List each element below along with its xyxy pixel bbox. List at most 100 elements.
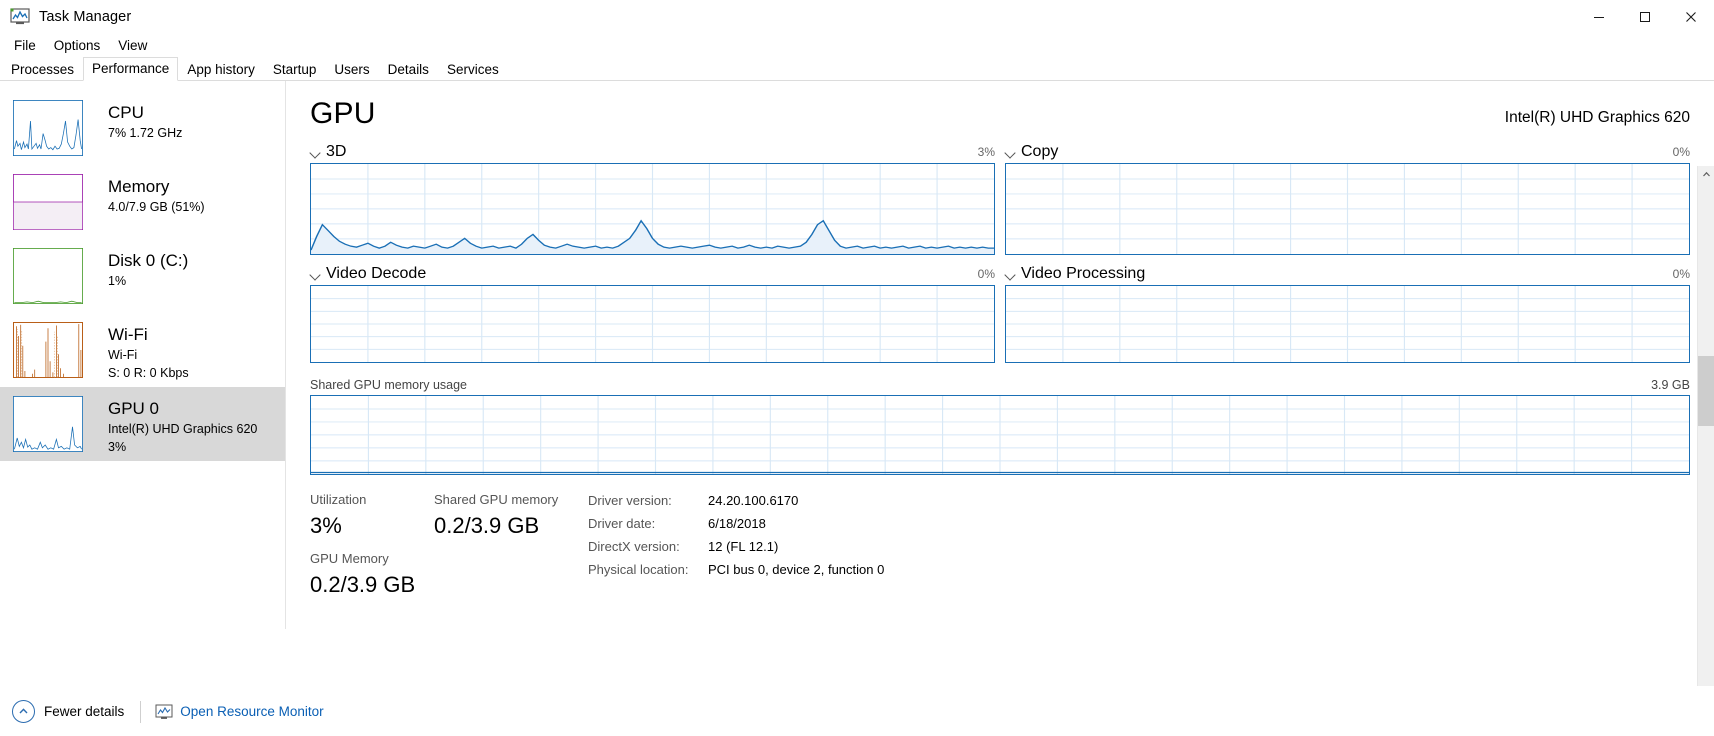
graph-video-processing: [1005, 285, 1690, 363]
gpu-header-row: GPU Intel(R) UHD Graphics 620: [310, 95, 1690, 133]
window-controls: [1576, 0, 1714, 33]
engine-copy-label: Copy: [1021, 143, 1059, 160]
title-bar: Task Manager: [0, 0, 1714, 33]
shared-memory-label: Shared GPU memory usage: [310, 378, 468, 392]
shared-memory-section: Shared GPU memory usage 3.9 GB: [310, 375, 1690, 475]
engine-copy-header: Copy 0%: [1005, 141, 1690, 163]
chevron-down-icon[interactable]: [1005, 147, 1016, 158]
engine-video-processing-header: Video Processing 0%: [1005, 263, 1690, 285]
resource-sidebar: CPU 7% 1.72 GHz Memory 4.0/7.9 GB (51%): [0, 81, 285, 629]
sidebar-wifi-rates: S: 0 R: 0 Kbps: [108, 366, 189, 380]
tab-details[interactable]: Details: [379, 58, 438, 81]
task-manager-window: Task Manager File Options View Processes…: [0, 0, 1714, 736]
sidebar-wifi-text: Wi-Fi Wi-Fi S: 0 R: 0 Kbps: [108, 322, 189, 382]
sidebar-item-cpu[interactable]: CPU 7% 1.72 GHz: [0, 91, 285, 165]
sidebar-cpu-sub: 7% 1.72 GHz: [108, 126, 183, 140]
fewer-details-label: Fewer details: [44, 704, 125, 719]
gpu-stats-row: Utilization 3% Shared GPU memory 0.2/3.9…: [286, 475, 1714, 601]
sidebar-memory-title: Memory: [108, 177, 170, 196]
open-resource-monitor-link[interactable]: Open Resource Monitor: [155, 703, 324, 721]
task-manager-icon: [9, 7, 31, 27]
sidebar-item-memory[interactable]: Memory 4.0/7.9 GB (51%): [0, 165, 285, 239]
memory-thumbnail-graph: [13, 174, 83, 230]
engine-video-decode-header: Video Decode 0%: [310, 263, 995, 285]
engine-cell-video-processing: Video Processing 0%: [1005, 263, 1690, 363]
menu-options[interactable]: Options: [46, 36, 109, 55]
tab-app-history[interactable]: App history: [178, 58, 264, 81]
shared-memory-header: Shared GPU memory usage 3.9 GB: [310, 375, 1690, 395]
engine-cell-video-decode: Video Decode 0%: [310, 263, 995, 363]
engine-copy-percent: 0%: [1672, 145, 1690, 159]
stat-shared-gpu-memory-value: 0.2/3.9 GB: [434, 513, 540, 538]
stat-gpu-memory-label: GPU Memory: [310, 551, 389, 566]
scroll-up-button[interactable]: [1698, 166, 1714, 183]
engine-cell-3d: 3D 3%: [310, 141, 995, 255]
graph-shared-memory: [310, 395, 1690, 475]
window-title: Task Manager: [39, 8, 132, 25]
chevron-down-icon[interactable]: [1005, 269, 1016, 280]
sidebar-disk-title: Disk 0 (C:): [108, 251, 189, 270]
fewer-details-button[interactable]: Fewer details: [12, 700, 124, 723]
stat-utilization: Utilization 3%: [310, 489, 434, 542]
stat-shared-gpu-memory-label: Shared GPU memory: [434, 492, 559, 507]
info-key-directx-version: DirectX version:: [588, 539, 680, 554]
tab-services[interactable]: Services: [438, 58, 508, 81]
sidebar-memory-text: Memory 4.0/7.9 GB (51%): [108, 174, 205, 216]
maximize-button[interactable]: [1622, 0, 1668, 33]
engine-row-1: 3D 3% Copy 0%: [310, 141, 1690, 255]
info-value-directx-version: 12 (FL 12.1): [708, 539, 779, 554]
menu-bar: File Options View: [0, 33, 1714, 57]
graph-copy: [1005, 163, 1690, 255]
engine-3d-percent: 3%: [977, 145, 995, 159]
info-value-driver-date: 6/18/2018: [708, 516, 766, 531]
shared-memory-max: 3.9 GB: [1651, 378, 1690, 392]
sidebar-item-disk[interactable]: Disk 0 (C:) 1%: [0, 239, 285, 313]
info-value-driver-version: 24.20.100.6170: [708, 493, 799, 508]
sidebar-memory-sub: 4.0/7.9 GB (51%): [108, 200, 205, 214]
wifi-thumbnail-graph: [13, 322, 83, 378]
minimize-button[interactable]: [1576, 0, 1622, 33]
chevron-down-icon[interactable]: [310, 269, 321, 280]
sidebar-cpu-text: CPU 7% 1.72 GHz: [108, 100, 182, 142]
disk-thumbnail-graph: [13, 248, 83, 304]
stat-shared-gpu-memory: Shared GPU memory 0.2/3.9 GB: [434, 489, 574, 542]
stat-gpu-memory: GPU Memory 0.2/3.9 GB: [310, 548, 434, 601]
stat-utilization-value: 3%: [310, 513, 342, 538]
chevron-down-icon[interactable]: [310, 147, 321, 158]
graph-3d: [310, 163, 995, 255]
chevron-up-circle-icon: [12, 700, 35, 723]
sidebar-item-wifi[interactable]: Wi-Fi Wi-Fi S: 0 R: 0 Kbps: [0, 313, 285, 387]
sidebar-item-gpu[interactable]: GPU 0 Intel(R) UHD Graphics 620 3%: [0, 387, 285, 461]
gpu-detail-panel: GPU Intel(R) UHD Graphics 620 3D 3% Copy…: [285, 81, 1714, 629]
tab-performance[interactable]: Performance: [83, 57, 179, 81]
info-key-physical-location: Physical location:: [588, 562, 689, 577]
engine-3d-label: 3D: [326, 143, 347, 160]
stat-gpu-memory-value: 0.2/3.9 GB: [310, 572, 416, 597]
engine-video-processing-percent: 0%: [1672, 267, 1690, 281]
sidebar-disk-text: Disk 0 (C:) 1%: [108, 248, 188, 290]
tab-processes[interactable]: Processes: [2, 58, 83, 81]
menu-view[interactable]: View: [110, 36, 155, 55]
info-key-driver-version: Driver version:: [588, 493, 672, 508]
status-footer: Fewer details Open Resource Monitor: [0, 686, 1714, 736]
info-row-driver-version: Driver version: 24.20.100.6170: [588, 489, 884, 512]
page-title: GPU: [310, 97, 376, 130]
engine-3d-header: 3D 3%: [310, 141, 995, 163]
scrollbar-thumb[interactable]: [1698, 356, 1714, 426]
vertical-scrollbar[interactable]: [1697, 166, 1714, 706]
tab-strip: Processes Performance App history Startu…: [0, 57, 1714, 81]
sidebar-cpu-title: CPU: [108, 103, 144, 122]
engine-video-decode-percent: 0%: [977, 267, 995, 281]
stat-utilization-label: Utilization: [310, 492, 367, 507]
close-button[interactable]: [1668, 0, 1714, 33]
tab-startup[interactable]: Startup: [264, 58, 326, 81]
info-value-physical-location: PCI bus 0, device 2, function 0: [708, 562, 885, 577]
tab-users[interactable]: Users: [325, 58, 378, 81]
info-row-directx-version: DirectX version: 12 (FL 12.1): [588, 535, 884, 558]
cpu-thumbnail-graph: [13, 100, 83, 156]
info-row-physical-location: Physical location: PCI bus 0, device 2, …: [588, 558, 884, 581]
menu-file[interactable]: File: [6, 36, 44, 55]
stats-left-group: Utilization 3% Shared GPU memory 0.2/3.9…: [310, 489, 574, 601]
performance-body: CPU 7% 1.72 GHz Memory 4.0/7.9 GB (51%): [0, 81, 1714, 706]
sidebar-wifi-title: Wi-Fi: [108, 325, 148, 344]
